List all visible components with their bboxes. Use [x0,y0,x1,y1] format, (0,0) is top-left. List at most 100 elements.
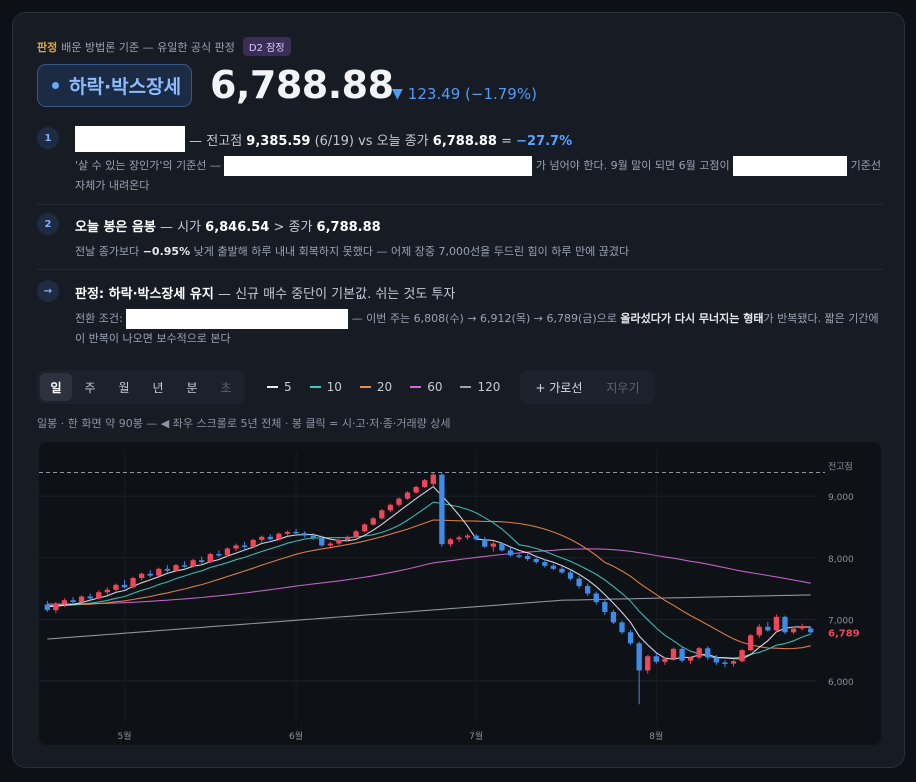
down-triangle-icon: ▼ [392,86,403,102]
candle-body [799,626,805,629]
last-price-label: 6,789 [828,628,860,639]
candle-body [662,658,668,662]
current-price: 6,788.88 [210,63,394,107]
candle-body [559,568,565,573]
clear-lines-button[interactable]: 지우기 [594,373,651,401]
candle-body [542,562,548,566]
analysis-verdict: → 판정: 하락·박스장세 유지 — 신규 매수 중단이 기본값. 쉬는 것도 … [37,280,883,352]
candle-body [602,602,608,612]
point-title-text: = [501,134,512,149]
point-title-bold: 판정: 하락·박스장세 유지 [75,287,214,302]
candle-body [413,486,419,493]
candle-body [430,474,436,484]
analysis-point-1: 1 — 전고점 9,385.59 (6/19) vs 오늘 종가 6,788.8… [37,125,883,197]
candle-body [610,611,617,623]
candle-body [456,537,462,540]
horizontal-line-tools: + 가로선 지우기 [520,370,655,404]
candle-body [773,616,780,631]
ma-swatch-icon [267,386,278,388]
candle-body [181,565,188,567]
ma-10-line [47,501,811,659]
candle-body [379,510,385,519]
price-change-value: 123.49 (−1.79%) [407,85,537,103]
chart-canvas[interactable]: 9,000 8,000 7,000 6,000 5월 6월 7월 8월 전고점 6,789 [39,442,881,745]
candle-body [713,657,720,663]
candle-body [722,662,728,664]
candle-body [164,568,171,571]
point-title-text: — 전고점 [189,134,243,149]
candle-body [293,531,299,534]
candle-body [627,632,634,644]
candle-body [516,555,522,557]
candle-body [422,480,428,487]
candle-body [439,474,445,545]
candle-body [705,648,711,658]
candle-body [241,545,248,547]
ma-swatch-icon [309,386,321,388]
point-title-bold: 오늘 봉은 음봉 [75,220,156,235]
timeframe-week-button[interactable]: 주 [74,373,106,401]
candle-body [576,578,582,587]
candle-body [490,543,496,547]
ma-20-toggle[interactable]: 20 [359,380,392,394]
candle-body [267,536,273,540]
point-number: 1 [37,127,59,149]
timeframe-minute-button[interactable]: 분 [176,373,208,401]
candle-body [78,596,85,603]
candle-body [730,661,737,664]
x-tick-label: 5월 [117,730,131,742]
point-title-text: — 시가 [159,220,202,235]
candle-body [550,565,557,569]
candle-body [765,626,771,631]
candle-body [70,600,76,603]
candle-body [207,554,213,563]
add-horizontal-line-button[interactable]: + 가로선 [523,373,594,401]
moving-average-toggles: 5 10 20 60 120 [267,380,500,394]
candle-body [507,550,514,556]
candle-body [319,538,325,546]
ma-label: 60 [427,380,443,394]
candle-body [353,531,359,537]
timeframe-month-button[interactable]: 월 [108,373,140,401]
candle-body [199,560,205,563]
timeframe-second-button[interactable]: 초 [210,373,242,401]
candle-body [216,554,222,556]
redacted-block [75,125,185,152]
point-body-text: 전환 조건: [75,312,123,325]
timeframe-day-button[interactable]: 일 [40,373,72,401]
redacted-block [733,156,848,176]
ma-120-toggle[interactable]: 120 [460,380,500,394]
candlestick-chart[interactable]: 9,000 8,000 7,000 6,000 5월 6월 7월 8월 전고점 6,789 [39,442,881,745]
ma-swatch-icon [410,386,422,388]
section-divider [37,204,883,205]
ma-5-toggle[interactable]: 5 [267,380,292,394]
ma-swatch-icon [359,386,371,388]
candle-body [748,635,754,651]
verdict-subtitle: 배운 방법론 기준 — 유일한 공식 판정 [61,40,235,54]
candle-body [782,616,788,633]
arrow-right-icon: → [37,280,59,302]
candle-body [224,548,231,556]
status-dot-icon [52,82,59,89]
candle-body [404,492,411,499]
candle-body [173,565,179,571]
candle-body [44,604,50,611]
y-tick-label: 9,000 [828,493,854,503]
candle-body [585,586,591,594]
point-title-text: (6/19) vs 오늘 종가 [314,134,429,149]
ma-10-toggle[interactable]: 10 [309,380,342,394]
candle-body [250,539,256,547]
candle-body [679,648,685,661]
point-body-text: 전날 종가보다 [75,245,140,258]
candle-body [53,603,59,611]
candle-body [619,622,625,633]
ma-60-toggle[interactable]: 60 [410,380,442,394]
timeframe-year-button[interactable]: 년 [142,373,174,401]
chart-hint: 일봉 · 한 화면 약 90봉 — ◀ 좌우 스크롤로 5년 전체 · 봉 클릭… [37,417,451,430]
point-title-text: > 종가 [273,220,313,235]
drawdown-percent: −27.7% [516,134,573,149]
point-body: 전날 종가보다 −0.95% 낮게 출발해 하루 내내 회복하지 못했다 — 어… [75,242,881,261]
x-tick-label: 8월 [649,730,663,742]
candle-body [310,535,316,539]
candle-body [645,656,651,671]
